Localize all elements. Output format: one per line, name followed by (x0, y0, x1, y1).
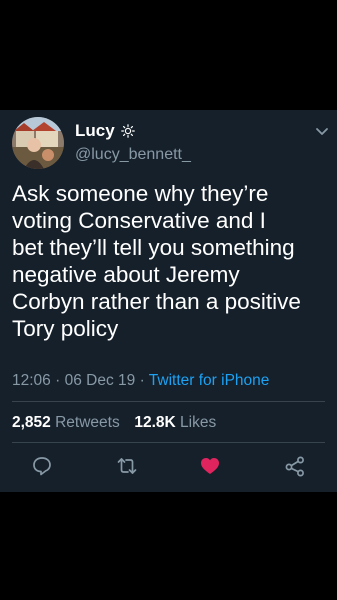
username-handle[interactable]: @lucy_bennett_ (75, 146, 191, 164)
share-icon[interactable] (284, 455, 306, 477)
likes-stat[interactable]: 12.8K Likes (134, 414, 216, 431)
tweet-text: Ask someone why they’re voting Conservat… (12, 181, 301, 341)
heart-icon[interactable] (199, 455, 221, 477)
display-name[interactable]: Lucy (75, 121, 115, 141)
retweets-count: 2,852 (12, 414, 51, 431)
meta-separator: · (55, 372, 61, 389)
reply-icon[interactable] (31, 455, 53, 477)
retweets-label: Retweets (55, 414, 120, 431)
divider (12, 401, 325, 402)
tweet-source-link[interactable]: Twitter for iPhone (149, 372, 270, 389)
likes-count: 12.8K (134, 414, 176, 431)
engagement-stats: 2,852 Retweets 12.8K Likes (12, 414, 216, 432)
meta-separator: · (139, 372, 145, 389)
divider (12, 442, 325, 443)
retweets-stat[interactable]: 2,852 Retweets (12, 414, 124, 431)
name-row: Lucy (75, 121, 135, 141)
retweet-icon[interactable] (116, 455, 138, 477)
tweet-date: 06 Dec 19 (64, 372, 136, 389)
chevron-down-icon[interactable] (315, 124, 329, 142)
likes-label: Likes (180, 414, 217, 431)
tweet-time: 12:06 (12, 372, 51, 389)
tweet-meta: 12:06 · 06 Dec 19 · Twitter for iPhone (12, 372, 269, 390)
avatar[interactable] (12, 117, 64, 169)
sun-icon (120, 124, 135, 138)
